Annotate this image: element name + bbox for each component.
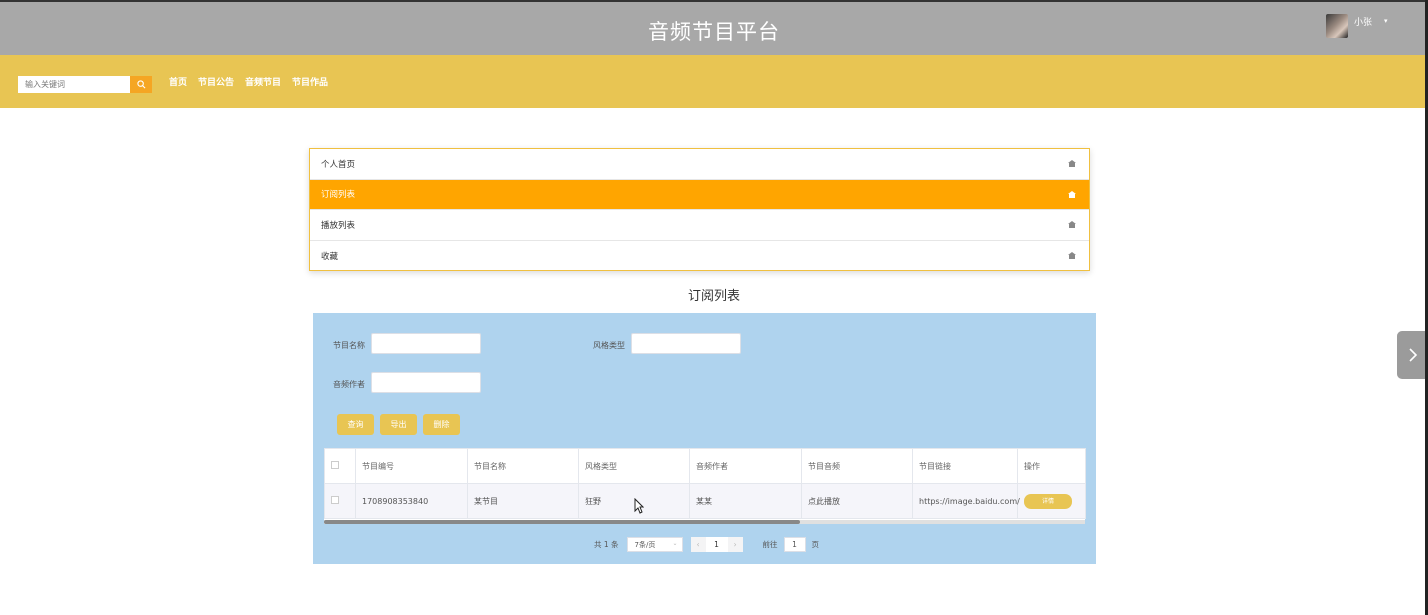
column-header: 节目链接 [912, 448, 1018, 484]
avatar[interactable] [1326, 14, 1348, 38]
chevron-down-icon: ⌄ [672, 540, 678, 547]
audio-author-cell: 某某 [689, 483, 802, 519]
export-button[interactable]: 导出 [380, 414, 417, 435]
home-icon [1068, 190, 1076, 198]
home-icon [1068, 221, 1076, 228]
program-link-cell[interactable]: https://image.baidu.com/ [912, 483, 1020, 519]
page-title: 订阅列表 [687, 289, 740, 304]
menu-item-favorites[interactable]: 收藏 [310, 241, 1089, 272]
current-page[interactable]: 1 [705, 537, 728, 552]
row-select-cell[interactable] [324, 483, 356, 519]
mouse-cursor-icon [634, 498, 644, 514]
detail-button[interactable]: 详情 [1024, 493, 1072, 509]
total-count: 共 1 条 [594, 540, 619, 549]
user-menu[interactable]: 小张 ▾ [1326, 14, 1388, 38]
style-type-input[interactable] [631, 333, 741, 354]
menu-item-label: 订阅列表 [321, 190, 356, 201]
nav-links: 首页 节目公告 音频节目 节目作品 [169, 75, 328, 88]
menu-item-subscription-list[interactable]: 订阅列表 [310, 179, 1089, 210]
chevron-right-icon: › [733, 540, 737, 549]
search-input[interactable] [18, 76, 130, 93]
chevron-right-icon [1408, 348, 1417, 362]
query-button[interactable]: 查询 [337, 414, 374, 435]
action-cell: 详情 [1017, 483, 1086, 519]
page-suffix: 页 [811, 540, 820, 549]
style-type-label: 风格类型 [593, 341, 625, 350]
chevron-down-icon[interactable]: ▾ [1384, 17, 1388, 25]
menu-item-label: 播放列表 [321, 220, 356, 231]
nav-bar: 首页 节目公告 音频节目 节目作品 [0, 55, 1428, 108]
subscription-panel: 节目名称 风格类型 音频作者 查询 导出 删除 节目编号 节目名称 风格类型 音… [313, 313, 1096, 564]
next-page-button[interactable]: › [727, 537, 743, 552]
column-header: 操作 [1017, 448, 1086, 484]
nav-link-program-works[interactable]: 节目作品 [292, 75, 328, 88]
page-size-select[interactable]: 7条/页 ⌄ [626, 537, 683, 552]
horizontal-scrollbar[interactable] [324, 520, 1085, 524]
search-button[interactable] [130, 76, 152, 93]
menu-item-label: 个人首页 [321, 159, 356, 170]
column-header: 风格类型 [578, 448, 690, 484]
chevron-left-icon: ‹ [696, 540, 700, 549]
table-header-row: 节目编号 节目名称 风格类型 音频作者 节目音频 节目链接 操作 [324, 448, 1086, 484]
nav-link-audio-programs[interactable]: 音频节目 [245, 75, 281, 88]
select-all-checkbox[interactable] [331, 461, 339, 469]
menu-item-personal-home[interactable]: 个人首页 [310, 149, 1089, 180]
user-center-menu: 个人首页 订阅列表 播放列表 收藏 [309, 148, 1090, 271]
site-title: 音频节目平台 [648, 20, 780, 44]
prev-page-button[interactable]: ‹ [690, 537, 706, 552]
goto-label: 前往 [762, 540, 778, 549]
pagination: 共 1 条 7条/页 ⌄ ‹ 1 › 前往 1 页 [594, 537, 819, 552]
program-name-label: 节目名称 [333, 341, 365, 350]
side-expand-button[interactable] [1397, 331, 1428, 379]
top-header: 音频节目平台 小张 ▾ [0, 0, 1428, 55]
nav-link-announcements[interactable]: 节目公告 [198, 75, 234, 88]
delete-button[interactable]: 删除 [423, 414, 460, 435]
search-icon [136, 80, 145, 89]
page-size-value: 7条/页 [634, 540, 656, 549]
menu-item-play-list[interactable]: 播放列表 [310, 210, 1089, 241]
goto-page-input[interactable]: 1 [783, 537, 806, 552]
home-icon [1068, 251, 1076, 259]
program-name-cell: 某节目 [467, 483, 579, 519]
menu-item-label: 收藏 [321, 251, 339, 262]
scrollbar-thumb[interactable] [324, 520, 800, 524]
table-row: 1708908353840 某节目 狂野 某某 点此播放 https://ima… [324, 483, 1086, 519]
row-checkbox[interactable] [331, 496, 339, 504]
audio-author-input[interactable] [371, 372, 481, 393]
subscription-table: 节目编号 节目名称 风格类型 音频作者 节目音频 节目链接 操作 1708908… [324, 448, 1086, 524]
nav-link-home[interactable]: 首页 [169, 75, 187, 88]
program-id-cell: 1708908353840 [355, 483, 468, 519]
user-name[interactable]: 小张 [1354, 15, 1372, 28]
column-header: 节目音频 [801, 448, 913, 484]
column-header: 音频作者 [689, 448, 802, 484]
column-header: 节目名称 [467, 448, 579, 484]
home-icon [1068, 160, 1076, 167]
column-header: 节目编号 [355, 448, 468, 484]
audio-author-label: 音频作者 [333, 380, 365, 389]
play-audio-link[interactable]: 点此播放 [801, 483, 913, 519]
select-all-cell[interactable] [324, 448, 356, 484]
program-name-input[interactable] [371, 333, 481, 354]
